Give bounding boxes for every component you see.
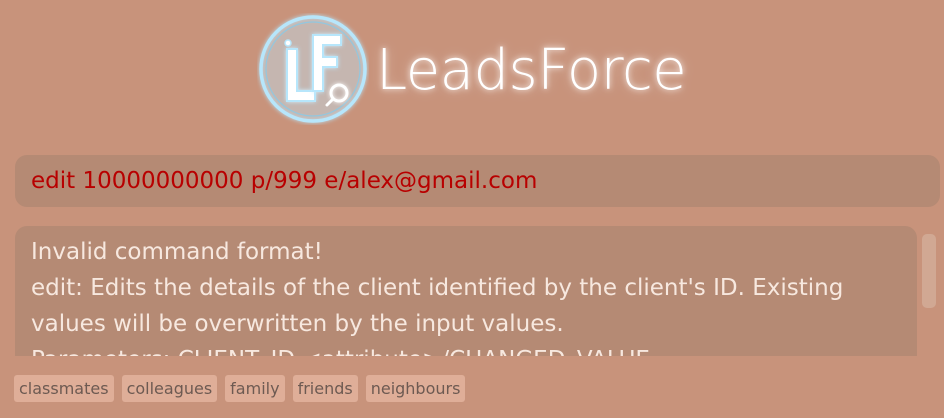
tag-family[interactable]: family xyxy=(225,375,285,402)
scrollbar-thumb[interactable] xyxy=(922,234,936,308)
result-line: Parameters: CLIENT_ID <attribute>/CHANGE… xyxy=(31,342,901,356)
result-line: edit: Edits the details of the client id… xyxy=(31,275,844,301)
result-line: values will be overwritten by the input … xyxy=(31,311,564,337)
tag-colleagues[interactable]: colleagues xyxy=(121,375,218,402)
result-line: Invalid command format! xyxy=(31,239,323,265)
command-box: edit 10000000000 p/999 e/alex@gmail.com xyxy=(15,155,940,207)
header: LeadsForce xyxy=(0,0,944,140)
tag-friends[interactable]: friends xyxy=(292,375,358,402)
tag-classmates[interactable]: classmates xyxy=(14,375,114,402)
tag-neighbours[interactable]: neighbours xyxy=(365,375,466,402)
result-display: Invalid command format! edit: Edits the … xyxy=(15,226,917,356)
result-text: Invalid command format! edit: Edits the … xyxy=(31,234,901,356)
app-title: LeadsForce xyxy=(376,38,687,103)
result-scrollbar[interactable] xyxy=(920,232,938,356)
leadsforce-logo-icon xyxy=(259,15,367,123)
tag-list: classmates colleagues family friends nei… xyxy=(14,375,466,403)
command-input[interactable]: edit 10000000000 p/999 e/alex@gmail.com xyxy=(31,155,921,207)
